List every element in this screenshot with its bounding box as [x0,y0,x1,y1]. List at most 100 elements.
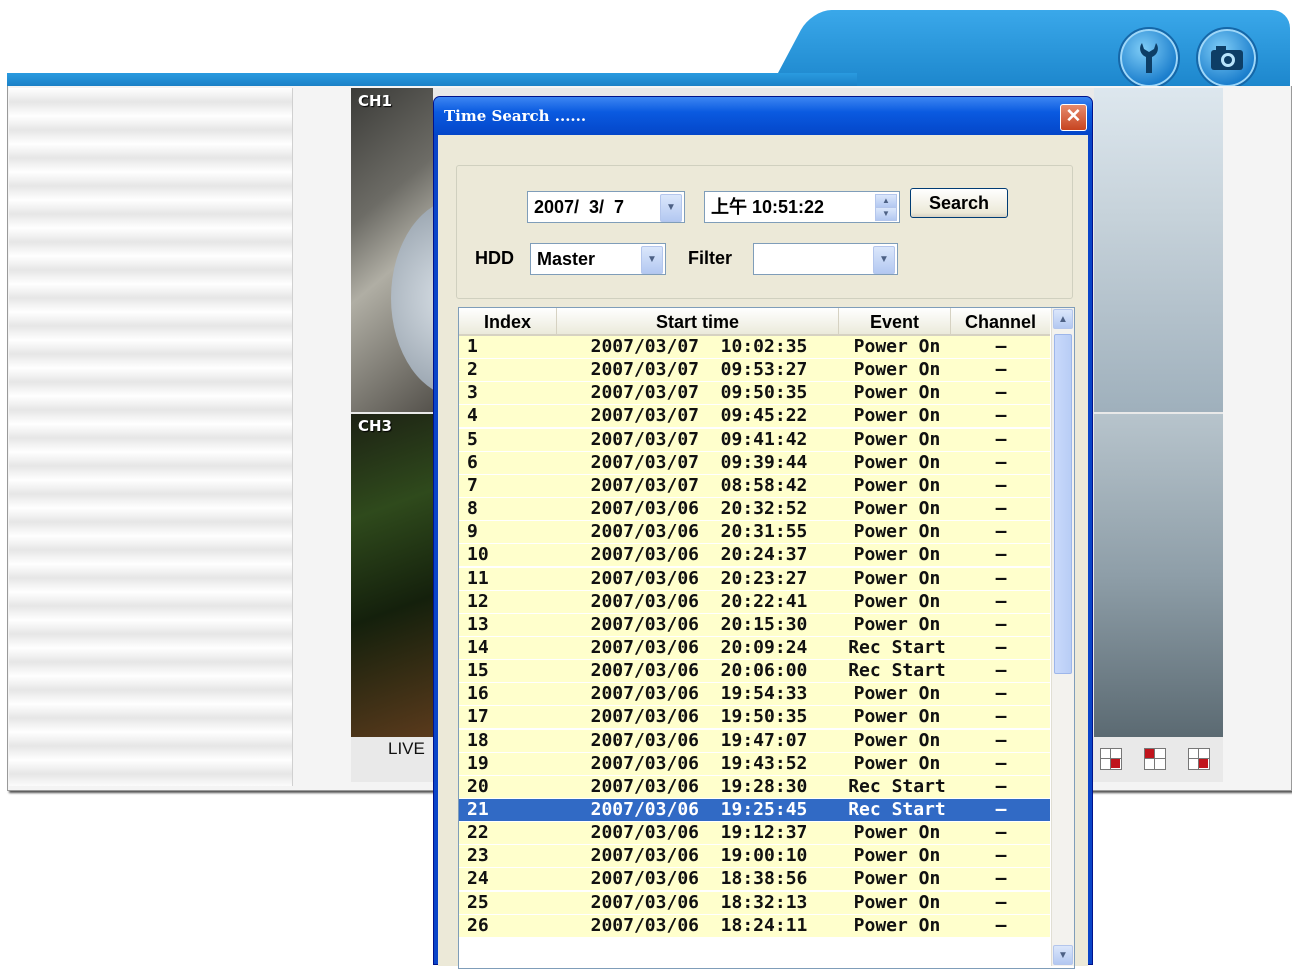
scrollbar-thumb[interactable] [1054,334,1072,674]
table-row[interactable]: 1 2007/03/07 10:02:35 Power On – [459,336,1050,359]
table-row[interactable]: 15 2007/03/06 20:06:00 Rec Start – [459,660,1050,684]
table-row[interactable]: 25 2007/03/06 18:32:13 Power On – [459,891,1050,915]
table-row[interactable]: 12 2007/03/06 20:22:41 Power On – [459,590,1050,614]
layout-quad-icon[interactable] [1144,748,1166,770]
row-index: 25 [467,891,489,913]
table-row[interactable]: 19 2007/03/06 19:43:52 Power On – [459,752,1050,776]
row-start-time: 2007/03/07 09:39:44 [590,451,808,473]
row-event: Power On [853,706,941,728]
row-channel: – [995,683,1007,705]
table-row[interactable]: 26 2007/03/06 18:24:11 Power On – [459,914,1050,938]
table-row[interactable]: 3 2007/03/07 09:50:35 Power On – [459,382,1050,406]
spin-down-icon[interactable]: ▼ [875,207,897,221]
table-row[interactable]: 7 2007/03/07 08:58:42 Power On – [459,474,1050,498]
chevron-down-icon[interactable]: ▼ [641,246,663,274]
camera-view-ch2[interactable] [1094,88,1223,412]
row-start-time: 2007/03/07 09:50:35 [590,382,808,404]
row-channel: – [995,914,1007,936]
table-row[interactable]: 5 2007/03/07 09:41:42 Power On – [459,428,1050,452]
table-row[interactable]: 22 2007/03/06 19:12:37 Power On – [459,822,1050,846]
filter-select[interactable]: ▼ [753,243,898,275]
row-event: Power On [853,891,941,913]
search-button[interactable]: Search [910,188,1008,218]
row-channel: – [995,799,1007,820]
table-row[interactable]: 13 2007/03/06 20:15:30 Power On – [459,613,1050,637]
table-row[interactable]: 18 2007/03/06 19:47:07 Power On – [459,729,1050,753]
row-channel: – [995,729,1007,751]
camera-icon[interactable] [1196,27,1258,89]
row-start-time: 2007/03/06 19:47:07 [590,729,808,751]
column-header-channel[interactable]: Channel [951,308,1050,334]
table-row[interactable]: 4 2007/03/07 09:45:22 Power On – [459,405,1050,429]
camera-view-ch3[interactable] [351,414,433,737]
row-event: Power On [853,613,941,635]
row-start-time: 2007/03/06 19:50:35 [590,706,808,728]
row-index: 6 [467,451,478,473]
scroll-down-icon[interactable]: ▼ [1053,945,1073,965]
time-search-dialog: Time Search ...... ✕ 2007/ 3/ 7 ▼ 上午 10:… [433,96,1093,969]
row-channel: – [995,336,1007,357]
scroll-up-icon[interactable]: ▲ [1053,309,1073,329]
chevron-down-icon[interactable]: ▼ [873,246,895,274]
layout-quad-icon[interactable] [1100,748,1122,770]
table-row[interactable]: 20 2007/03/06 19:28:30 Rec Start – [459,775,1050,799]
table-row[interactable]: 11 2007/03/06 20:23:27 Power On – [459,567,1050,591]
table-row[interactable]: 2 2007/03/07 09:53:27 Power On – [459,359,1050,383]
hdd-select[interactable]: Master ▼ [530,243,666,275]
row-channel: – [995,636,1007,658]
row-event: Power On [853,544,941,566]
row-event: Power On [853,336,941,357]
row-event: Power On [853,498,941,520]
chevron-down-icon[interactable]: ▼ [660,194,682,222]
table-row[interactable]: 10 2007/03/06 20:24:37 Power On – [459,544,1050,568]
row-start-time: 2007/03/07 10:02:35 [590,336,808,357]
row-channel: – [995,359,1007,381]
layout-quad-icon[interactable] [1188,748,1210,770]
table-row[interactable]: 9 2007/03/06 20:31:55 Power On – [459,521,1050,545]
spin-up-icon[interactable]: ▲ [875,194,897,208]
column-header-start-time[interactable]: Start time [557,308,839,334]
left-panel [9,88,293,786]
wrench-icon[interactable] [1118,27,1180,89]
row-start-time: 2007/03/07 09:53:27 [590,359,808,381]
time-spinner[interactable]: 上午 10:51:22 ▲ ▼ [704,191,900,223]
app-header-bar [7,73,857,87]
row-index: 18 [467,729,489,751]
date-picker[interactable]: 2007/ 3/ 7 ▼ [527,191,685,223]
row-start-time: 2007/03/06 19:00:10 [590,845,808,867]
row-start-time: 2007/03/06 19:25:45 [590,799,808,820]
row-channel: – [995,567,1007,589]
row-start-time: 2007/03/07 09:41:42 [590,428,808,450]
row-start-time: 2007/03/06 20:31:55 [590,521,808,543]
table-row[interactable]: 14 2007/03/06 20:09:24 Rec Start – [459,636,1050,660]
dialog-title-bar[interactable]: Time Search ...... ✕ [434,97,1092,135]
table-row[interactable]: 24 2007/03/06 18:38:56 Power On – [459,868,1050,892]
row-index: 17 [467,706,489,728]
row-index: 11 [467,567,489,589]
table-row[interactable]: 23 2007/03/06 19:00:10 Power On – [459,845,1050,869]
close-button[interactable]: ✕ [1060,104,1087,131]
table-row[interactable]: 6 2007/03/07 09:39:44 Power On – [459,451,1050,475]
row-index: 23 [467,845,489,867]
row-channel: – [995,474,1007,496]
column-header-event[interactable]: Event [839,308,951,334]
row-event: Rec Start [848,775,946,797]
row-index: 26 [467,914,489,936]
row-index: 7 [467,474,478,496]
table-row[interactable]: 21 2007/03/06 19:25:45 Rec Start – [459,799,1050,822]
table-row[interactable]: 16 2007/03/06 19:54:33 Power On – [459,683,1050,707]
column-header-index[interactable]: Index [459,308,557,334]
table-row[interactable]: 8 2007/03/06 20:32:52 Power On – [459,498,1050,522]
event-list[interactable]: Index Start time Event Channel 1 2007/03/… [458,307,1075,969]
vertical-scrollbar[interactable]: ▲ ▼ [1051,308,1074,966]
row-channel: – [995,590,1007,612]
hdd-value: Master [537,249,596,269]
channel-label-ch3: CH3 [358,417,392,435]
row-start-time: 2007/03/06 19:28:30 [590,775,808,797]
row-event: Power On [853,590,941,612]
date-value: 2007/ 3/ 7 [534,197,625,217]
camera-view-ch4[interactable] [1094,414,1223,737]
row-channel: – [995,451,1007,473]
table-row[interactable]: 17 2007/03/06 19:50:35 Power On – [459,706,1050,730]
camera-view-ch1[interactable] [351,88,433,412]
